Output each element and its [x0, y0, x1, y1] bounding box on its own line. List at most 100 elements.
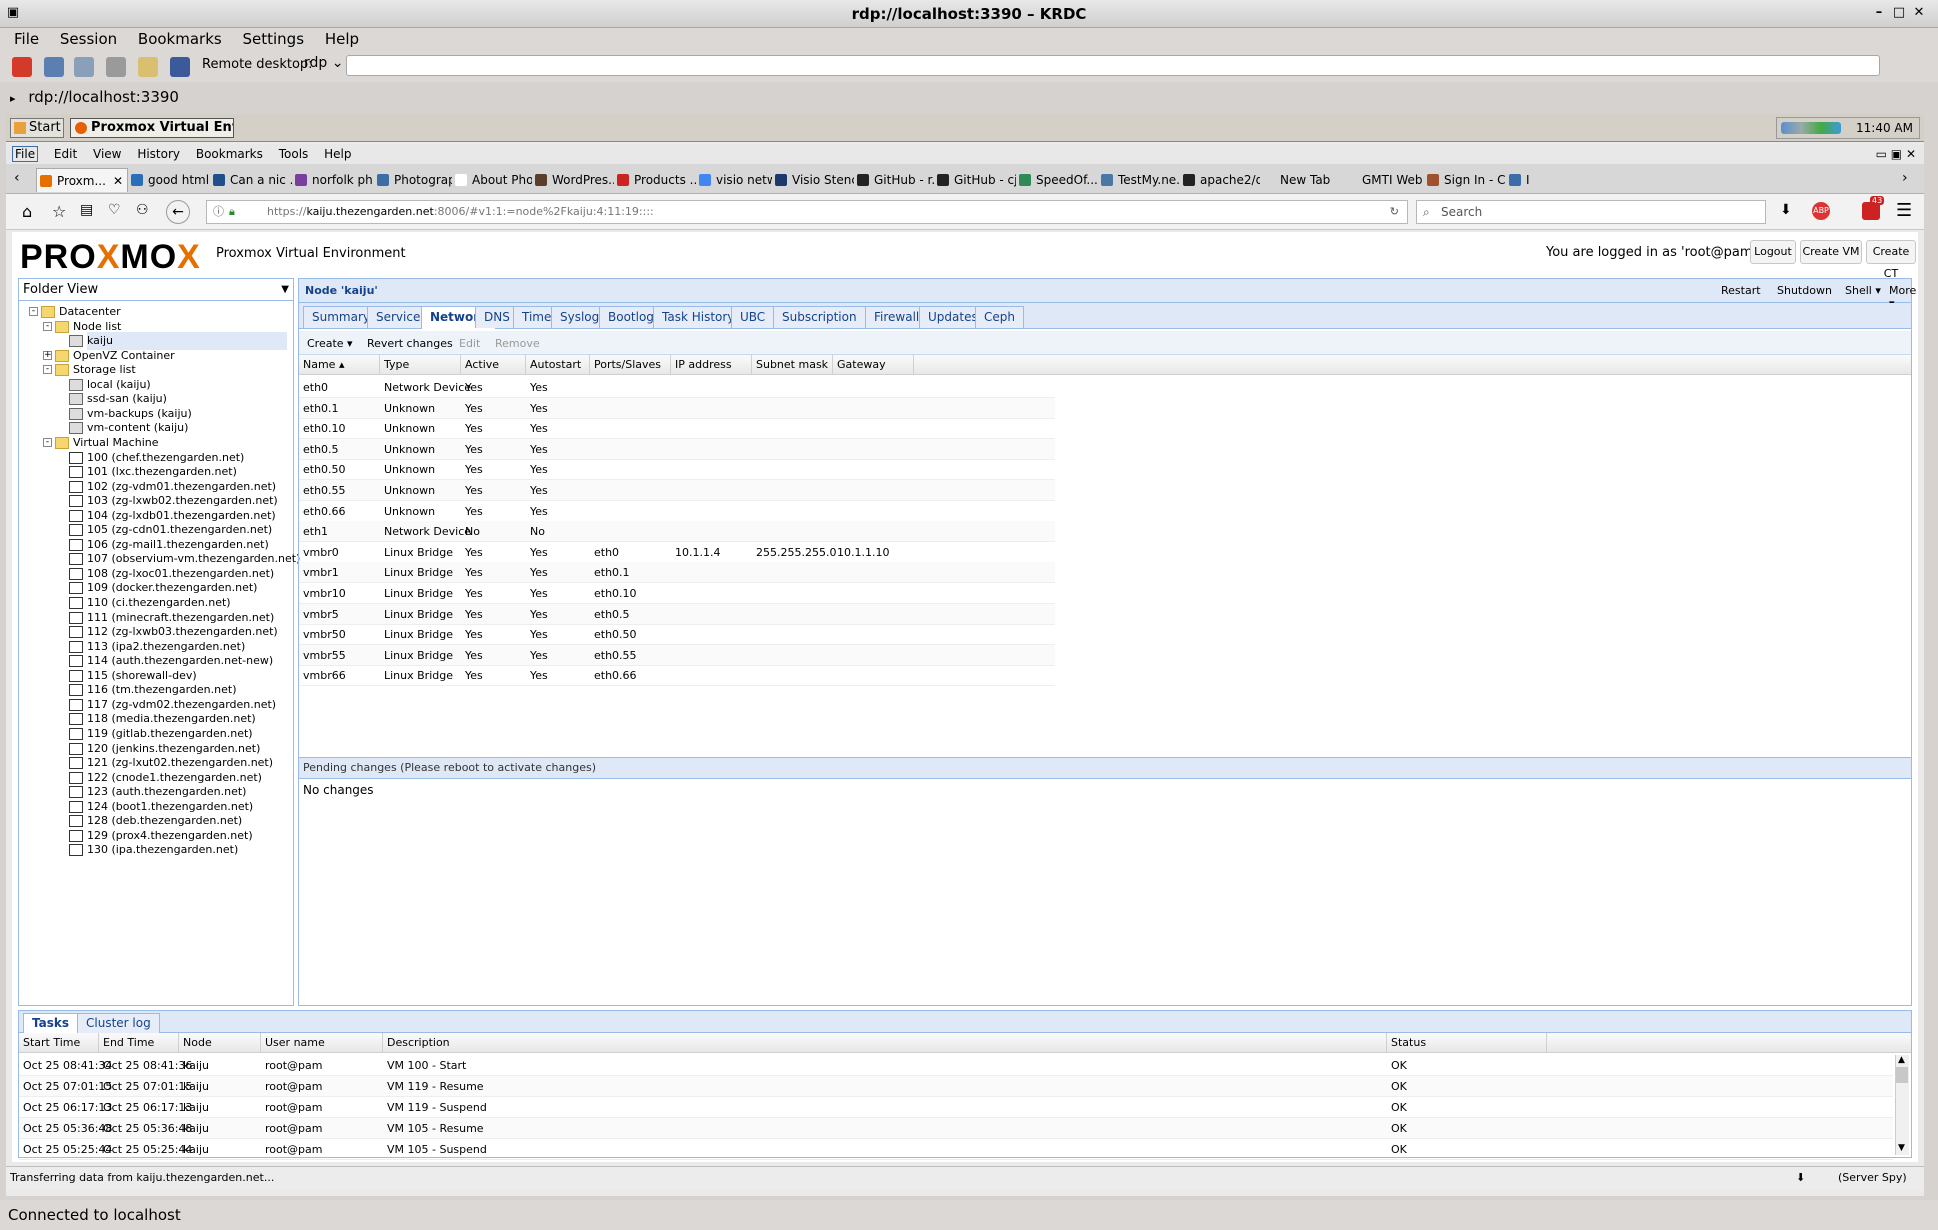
tray-icons[interactable]	[1781, 122, 1841, 134]
table-row[interactable]: eth0.66 Unknown Yes Yes	[299, 501, 1055, 522]
ff-menu-file[interactable]: File	[12, 146, 39, 162]
browser-tab[interactable]: Ide	[1506, 168, 1530, 192]
protocol-select[interactable]: rdp ⌄	[304, 55, 343, 71]
ff-menu-bookmarks[interactable]: Bookmarks	[196, 147, 263, 161]
taskbar-window-button[interactable]: Proxmox Virtual Envir...	[70, 118, 234, 138]
column-header[interactable]: Status	[1387, 1033, 1547, 1053]
browser-tab[interactable]: Products ...	[614, 168, 696, 192]
browser-tab[interactable]: Visio Stenc...	[772, 168, 854, 192]
table-row[interactable]: eth0.1 Unknown Yes Yes	[299, 397, 1055, 419]
shutdown-button[interactable]: Shutdown	[1777, 284, 1832, 297]
start-button[interactable]: Start	[10, 118, 64, 138]
back-button[interactable]: ←	[166, 200, 190, 224]
create-vm-button[interactable]: Create VM	[1800, 240, 1862, 264]
table-row[interactable]: eth0.55 Unknown Yes Yes	[299, 480, 1055, 501]
task-row[interactable]: Oct 25 08:41:34 Oct 25 08:41:36 kaiju root@…	[19, 1055, 1893, 1076]
reload-icon[interactable]: ↻	[1390, 201, 1399, 223]
download-icon[interactable]: ⬇	[1780, 202, 1792, 218]
ff-menu-view[interactable]: View	[93, 147, 121, 161]
address-input[interactable]	[346, 55, 1880, 76]
column-header[interactable]: Name ▴	[299, 355, 380, 375]
table-row[interactable]: eth0.10 Unknown Yes Yes	[299, 418, 1055, 440]
logout-button[interactable]: Logout	[1750, 240, 1796, 264]
restart-button[interactable]: Restart	[1721, 284, 1761, 297]
create-ct-button[interactable]: Create CT	[1866, 240, 1916, 280]
remove-button[interactable]: Remove	[495, 337, 540, 350]
zoom-icon[interactable]	[74, 57, 94, 77]
menu-bookmarks[interactable]: Bookmarks	[138, 30, 222, 48]
tree-item-vm[interactable]: 130 (ipa.thezengarden.net)	[69, 841, 238, 859]
task-row[interactable]: Oct 25 07:01:15 Oct 25 07:01:15 kaiju root@…	[19, 1076, 1893, 1097]
minimize-icon[interactable]: –	[1870, 4, 1888, 22]
hamburger-menu-icon[interactable]: ☰	[1896, 200, 1912, 221]
tools-icon[interactable]	[106, 57, 126, 77]
browser-tab[interactable]: apache2/d...	[1180, 168, 1260, 192]
collapse-icon[interactable]: -	[43, 365, 52, 375]
table-row[interactable]: vmbr0 Linux Bridge Yes Yes eth0 10.1.1.4 255.2…	[299, 542, 1055, 563]
adblock-icon[interactable]: ABP	[1812, 202, 1830, 220]
table-row[interactable]: vmbr55 Linux Bridge Yes Yes eth0.55	[299, 644, 1055, 666]
table-row[interactable]: vmbr50 Linux Bridge Yes Yes eth0.50	[299, 624, 1055, 646]
table-row[interactable]: vmbr1 Linux Bridge Yes Yes eth0.1	[299, 562, 1055, 584]
tab-subscription[interactable]: Subscription	[773, 306, 866, 328]
task-row[interactable]: Oct 25 05:25:44 Oct 25 05:25:44 kaiju root@…	[19, 1139, 1893, 1160]
ff-window-controls[interactable]: ▭ ▣ ✕	[1876, 144, 1916, 164]
remote-screen[interactable]: Start Proxmox Virtual Envir... 11:40 AM …	[6, 114, 1924, 1196]
revert-changes-button[interactable]: Revert changes	[367, 337, 453, 350]
scroll-down-icon[interactable]: ▼	[1898, 1143, 1905, 1153]
table-row[interactable]: vmbr66 Linux Bridge Yes Yes eth0.66	[299, 665, 1055, 687]
task-row[interactable]: Oct 25 05:36:48 Oct 25 05:36:48 kaiju root@…	[19, 1118, 1893, 1139]
browser-tab[interactable]: TestMy.ne...	[1098, 168, 1180, 192]
table-row[interactable]: eth0 Network Device Yes Yes	[299, 377, 1055, 398]
column-header[interactable]: Subnet mask	[752, 355, 833, 375]
info-icon[interactable]: ⓘ	[213, 201, 224, 223]
column-header[interactable]: Ports/Slaves	[590, 355, 671, 375]
sync-icon[interactable]: ⚇	[136, 202, 149, 218]
browser-tab[interactable]: GitHub - r...	[854, 168, 934, 192]
search-input[interactable]: ⌕ Search	[1416, 200, 1766, 224]
column-header[interactable]: Gateway	[833, 355, 914, 375]
close-icon[interactable]: ✕	[1910, 4, 1928, 22]
book-icon[interactable]	[170, 57, 190, 77]
column-header[interactable]: IP address	[671, 355, 752, 375]
collapse-icon[interactable]: -	[43, 437, 52, 447]
browser-tab[interactable]: Sign In - C...	[1424, 168, 1506, 192]
tab-scroll-right-icon[interactable]: ›	[1902, 170, 1908, 186]
bookmark-star-icon[interactable]: ☆	[52, 202, 66, 221]
ff-menu-help[interactable]: Help	[324, 147, 351, 161]
table-row[interactable]: eth0.50 Unknown Yes Yes	[299, 459, 1055, 481]
expand-icon[interactable]: +	[43, 350, 52, 360]
tab-ceph[interactable]: Ceph	[975, 306, 1024, 328]
table-row[interactable]: eth0.5 Unknown Yes Yes	[299, 438, 1055, 460]
browser-tab[interactable]: GitHub - cj...	[934, 168, 1016, 192]
column-header[interactable]: User name	[261, 1033, 383, 1053]
app-icon[interactable]: ▣	[4, 4, 22, 22]
pocket-icon[interactable]: ♡	[108, 202, 121, 218]
browser-tab[interactable]: good html ...	[128, 168, 210, 192]
browser-tab[interactable]: About Pho...	[452, 168, 532, 192]
browser-tab[interactable]: Proxm... ✕	[36, 168, 128, 192]
maximize-icon[interactable]: □	[1890, 4, 1908, 22]
create-menu-button[interactable]: Create ▾	[307, 337, 353, 350]
collapse-icon[interactable]: -	[43, 321, 52, 331]
ff-menu-tools[interactable]: Tools	[279, 147, 309, 161]
task-scrollbar[interactable]: ▲ ▼	[1895, 1055, 1909, 1155]
column-header[interactable]: Type	[380, 355, 461, 375]
ff-menu-edit[interactable]: Edit	[54, 147, 77, 161]
browser-tab[interactable]: WordPres...	[532, 168, 614, 192]
collapse-icon[interactable]: -	[29, 307, 38, 316]
menu-file[interactable]: File	[14, 30, 39, 48]
column-header[interactable]: End Time	[99, 1033, 179, 1053]
library-icon[interactable]: ▤	[80, 202, 93, 218]
home-icon[interactable]: ⌂	[22, 202, 32, 221]
tab-close-icon[interactable]: ✕	[113, 169, 123, 192]
column-header[interactable]: Node	[179, 1033, 261, 1053]
tab-task-history[interactable]: Task History	[653, 306, 744, 328]
scroll-up-icon[interactable]: ▲	[1898, 1055, 1905, 1065]
column-header[interactable]: Description	[383, 1033, 1387, 1053]
browser-tab[interactable]: GMTI Web Pro...	[1342, 168, 1424, 192]
tab-scroll-left-icon[interactable]: ‹	[14, 170, 20, 186]
task-row[interactable]: Oct 25 06:17:13 Oct 25 06:17:13 kaiju root@…	[19, 1097, 1893, 1118]
url-bar[interactable]: ⓘ 🔒︎ https://kaiju.thezengarden.net:8006…	[206, 200, 1408, 224]
table-row[interactable]: vmbr10 Linux Bridge Yes Yes eth0.10	[299, 583, 1055, 604]
